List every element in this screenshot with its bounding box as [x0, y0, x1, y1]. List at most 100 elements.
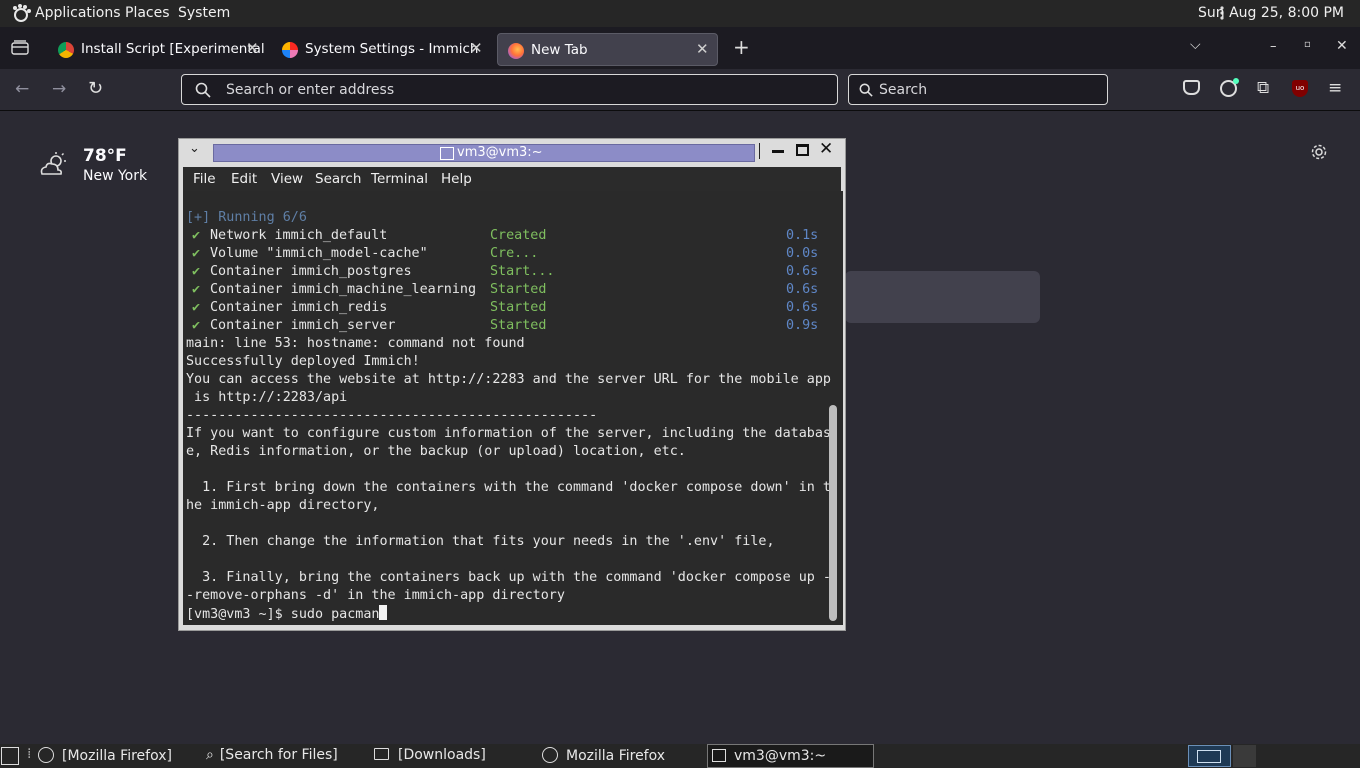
check-icon: ✔ — [192, 264, 201, 279]
item-time: 0.6s — [786, 264, 819, 279]
gear-icon[interactable] — [1310, 143, 1328, 161]
output-line: main: line 53: hostname: command not fou… — [186, 336, 525, 351]
workspace-2[interactable] — [1233, 745, 1256, 767]
taskbar-separator-icon: ⁞ — [27, 746, 32, 762]
top-panel: Applications Places System Sun Aug 25, 8… — [0, 0, 1360, 27]
close-button[interactable]: ✕ — [819, 139, 833, 159]
menu-edit[interactable]: Edit — [231, 171, 257, 187]
tab-label: Install Script [Experimental] — [81, 41, 264, 57]
item-status: Started — [490, 282, 547, 297]
close-window-button[interactable]: ✕ — [1336, 38, 1348, 54]
item-name: Network immich_default — [210, 228, 388, 243]
workspace-switcher[interactable] — [1188, 745, 1231, 767]
window-menu-icon[interactable]: ⌄ — [189, 141, 200, 156]
pocket-icon[interactable] — [1183, 80, 1200, 95]
tab-new-tab[interactable]: New Tab ✕ — [497, 33, 718, 66]
taskbar: ⁞ [Mozilla Firefox] ⌕ [Search for Files] … — [0, 744, 1360, 768]
terminal-menubar: File Edit View Search Terminal Help — [183, 167, 841, 191]
minimize-button[interactable]: – — [1270, 39, 1277, 54]
forward-icon[interactable]: → — [52, 79, 66, 99]
prompt-text: [vm3@vm3 ~]$ sudo pacman — [186, 607, 380, 622]
clock[interactable]: Sun Aug 25, 8:00 PM — [1198, 5, 1344, 21]
search-icon — [859, 83, 873, 97]
close-tab-icon[interactable]: ✕ — [470, 39, 483, 57]
system-menu[interactable]: System — [178, 5, 230, 21]
chrome-icon — [58, 42, 74, 58]
output-line: If you want to configure custom informat… — [186, 426, 831, 441]
item-name: Volume "immich_model-cache" — [210, 246, 428, 261]
newtab-card[interactable] — [845, 271, 1040, 323]
task-label: vm3@vm3:~ — [734, 748, 827, 764]
reload-icon[interactable]: ↻ — [88, 78, 103, 99]
places-menu[interactable]: Places — [125, 5, 170, 21]
text-cursor — [379, 605, 388, 620]
firefox-icon — [38, 747, 54, 763]
task-firefox[interactable]: Mozilla Firefox — [542, 744, 665, 768]
maximize-button[interactable]: ▫ — [1304, 39, 1311, 50]
task-search-files[interactable]: ⌕ [Search for Files] — [206, 744, 338, 768]
item-status: Cre... — [490, 246, 539, 261]
item-name: Container immich_redis — [210, 300, 388, 315]
output-line: e, Redis information, or the backup (or … — [186, 444, 686, 459]
task-downloads[interactable]: [Downloads] — [374, 744, 486, 768]
show-desktop-icon[interactable] — [1, 747, 19, 765]
url-bar[interactable]: Search or enter address — [181, 74, 838, 105]
tab-bar: Install Script [Experimental] ✕ System S… — [0, 27, 1360, 69]
output-line: he immich-app directory, — [186, 498, 380, 513]
item-name: Container immich_server — [210, 318, 396, 333]
task-firefox-minimized[interactable]: [Mozilla Firefox] — [38, 744, 172, 768]
menu-icon[interactable]: ≡ — [1328, 78, 1342, 98]
output-line: -remove-orphans -d' in the immich-app di… — [186, 588, 565, 603]
chevron-down-icon[interactable]: ⌵ — [1190, 37, 1201, 53]
ublock-icon[interactable]: uo — [1292, 80, 1308, 97]
firefox-icon — [542, 747, 558, 763]
tab-label: New Tab — [531, 42, 588, 58]
sync-badge — [1233, 78, 1239, 84]
check-icon: ✔ — [192, 300, 201, 315]
menu-view[interactable]: View — [271, 171, 303, 187]
folder-icon — [374, 748, 389, 760]
gnome-foot-icon[interactable] — [10, 3, 32, 23]
output-line: 2. Then change the information that fits… — [186, 534, 775, 549]
list-all-tabs-icon[interactable] — [11, 40, 29, 56]
terminal-window[interactable]: ⌄ vm3@vm3:~ ✕ File Edit View Search Term… — [178, 138, 846, 631]
item-status: Started — [490, 300, 547, 315]
output-line: 1. First bring down the containers with … — [186, 480, 831, 495]
weather-temp: 78°F — [83, 146, 127, 166]
item-status: Started — [490, 318, 547, 333]
search-bar[interactable]: Search — [848, 74, 1108, 105]
terminal-output[interactable]: [+] Running 6/6 ✔ Network immich_default… — [183, 191, 843, 625]
back-icon[interactable]: ← — [15, 79, 29, 99]
terminal-icon — [712, 749, 726, 762]
item-name: Container immich_machine_learning — [210, 282, 477, 297]
task-terminal[interactable]: vm3@vm3:~ — [707, 744, 874, 768]
tab-system-settings[interactable]: System Settings - Immich ✕ — [272, 33, 490, 66]
menu-search[interactable]: Search — [315, 171, 361, 187]
minimize-button[interactable] — [772, 150, 784, 153]
output-line: You can access the website at http://:22… — [186, 372, 831, 387]
output-line: Successfully deployed Immich! — [186, 354, 420, 369]
check-icon: ✔ — [192, 246, 201, 261]
item-status: Start... — [490, 264, 555, 279]
menu-file[interactable]: File — [193, 171, 216, 187]
applications-menu[interactable]: Applications — [35, 5, 121, 21]
maximize-button[interactable] — [796, 144, 809, 156]
task-label: [Downloads] — [398, 747, 486, 763]
menu-terminal[interactable]: Terminal — [371, 171, 428, 187]
output-line: ----------------------------------------… — [186, 408, 598, 423]
title-separator — [759, 143, 760, 159]
tab-install-script[interactable]: Install Script [Experimental] ✕ — [48, 33, 264, 66]
close-tab-icon[interactable]: ✕ — [246, 39, 259, 57]
item-time: 0.6s — [786, 300, 819, 315]
immich-icon — [282, 42, 298, 58]
url-placeholder: Search or enter address — [226, 82, 395, 98]
terminal-scrollbar[interactable] — [829, 405, 837, 621]
extensions-icon[interactable]: ⧉ — [1257, 78, 1269, 98]
menu-help[interactable]: Help — [441, 171, 472, 187]
prompt-line[interactable]: [vm3@vm3 ~]$ sudo pacman — [186, 605, 388, 624]
output-line: is http://:2283/api — [186, 390, 348, 405]
task-label: [Search for Files] — [219, 747, 338, 763]
new-tab-button[interactable]: + — [733, 35, 750, 59]
terminal-titlebar[interactable]: vm3@vm3:~ — [213, 144, 755, 162]
close-tab-icon[interactable]: ✕ — [696, 40, 709, 58]
